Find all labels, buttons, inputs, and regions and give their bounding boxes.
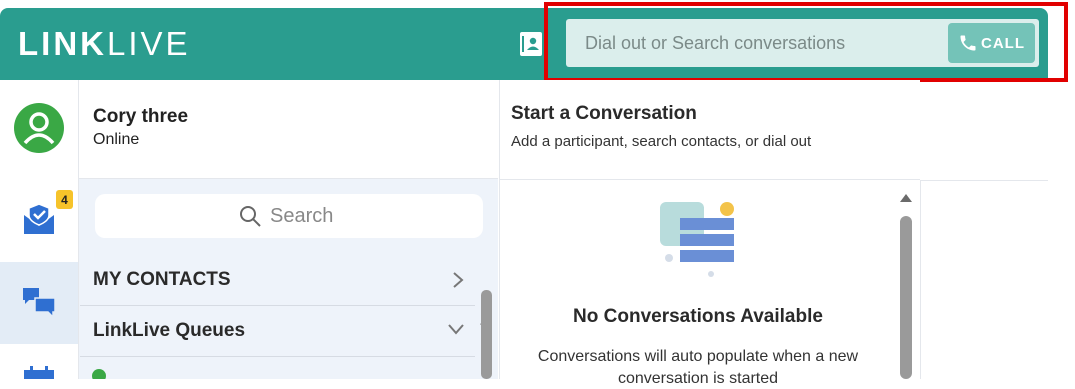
user-name: Cory three — [93, 106, 189, 127]
contact-card-icon — [522, 36, 539, 52]
conversation-title: Start a Conversation — [511, 103, 697, 124]
calendar-icon — [24, 366, 54, 379]
section-label: MY CONTACTS — [93, 269, 231, 290]
section-my-contacts[interactable]: MY CONTACTS — [80, 255, 475, 306]
right-pane — [920, 80, 1048, 181]
contact-card-button[interactable] — [520, 32, 542, 56]
empty-state-description: Conversations will auto populate when a … — [537, 348, 859, 387]
empty-state-title: No Conversations Available — [573, 306, 823, 327]
profile-header — [79, 80, 498, 179]
user-status: Online — [93, 131, 140, 148]
conversation-header — [499, 80, 920, 180]
linklive-logo: LINKLIVE — [18, 27, 191, 60]
inbox-count-badge: 4 — [56, 190, 73, 209]
highlight-box — [544, 2, 1068, 82]
chevron-down-icon — [448, 324, 464, 335]
empty-conversation-illustration — [660, 202, 734, 277]
rail-item-profile[interactable] — [0, 100, 78, 156]
contacts-scrollbar-thumb[interactable] — [481, 290, 492, 379]
conversation-subtitle: Add a participant, search contacts, or d… — [511, 133, 812, 150]
chevron-right-icon — [453, 272, 464, 288]
contact-search-box[interactable] — [95, 194, 483, 238]
envelope-check-icon — [24, 203, 54, 234]
rail-item-conversations[interactable] — [0, 280, 78, 326]
user-avatar-icon — [14, 103, 64, 153]
contact-search-input[interactable] — [270, 204, 340, 228]
presence-dot-icon — [92, 369, 106, 379]
search-icon — [240, 206, 261, 227]
logo-bold-text: LINK — [18, 25, 107, 62]
section-linklive-queues[interactable]: LinkLive Queues — [80, 306, 475, 357]
queue-list-item[interactable] — [91, 368, 391, 379]
section-label: LinkLive Queues — [93, 320, 246, 341]
conversation-scrollbar-thumb[interactable] — [900, 216, 912, 379]
rail-item-calendar[interactable] — [0, 366, 78, 379]
logo-light-text: LIVE — [107, 25, 191, 62]
conversation-scroll-up-arrow[interactable] — [898, 190, 914, 206]
chat-bubbles-icon — [23, 288, 56, 319]
